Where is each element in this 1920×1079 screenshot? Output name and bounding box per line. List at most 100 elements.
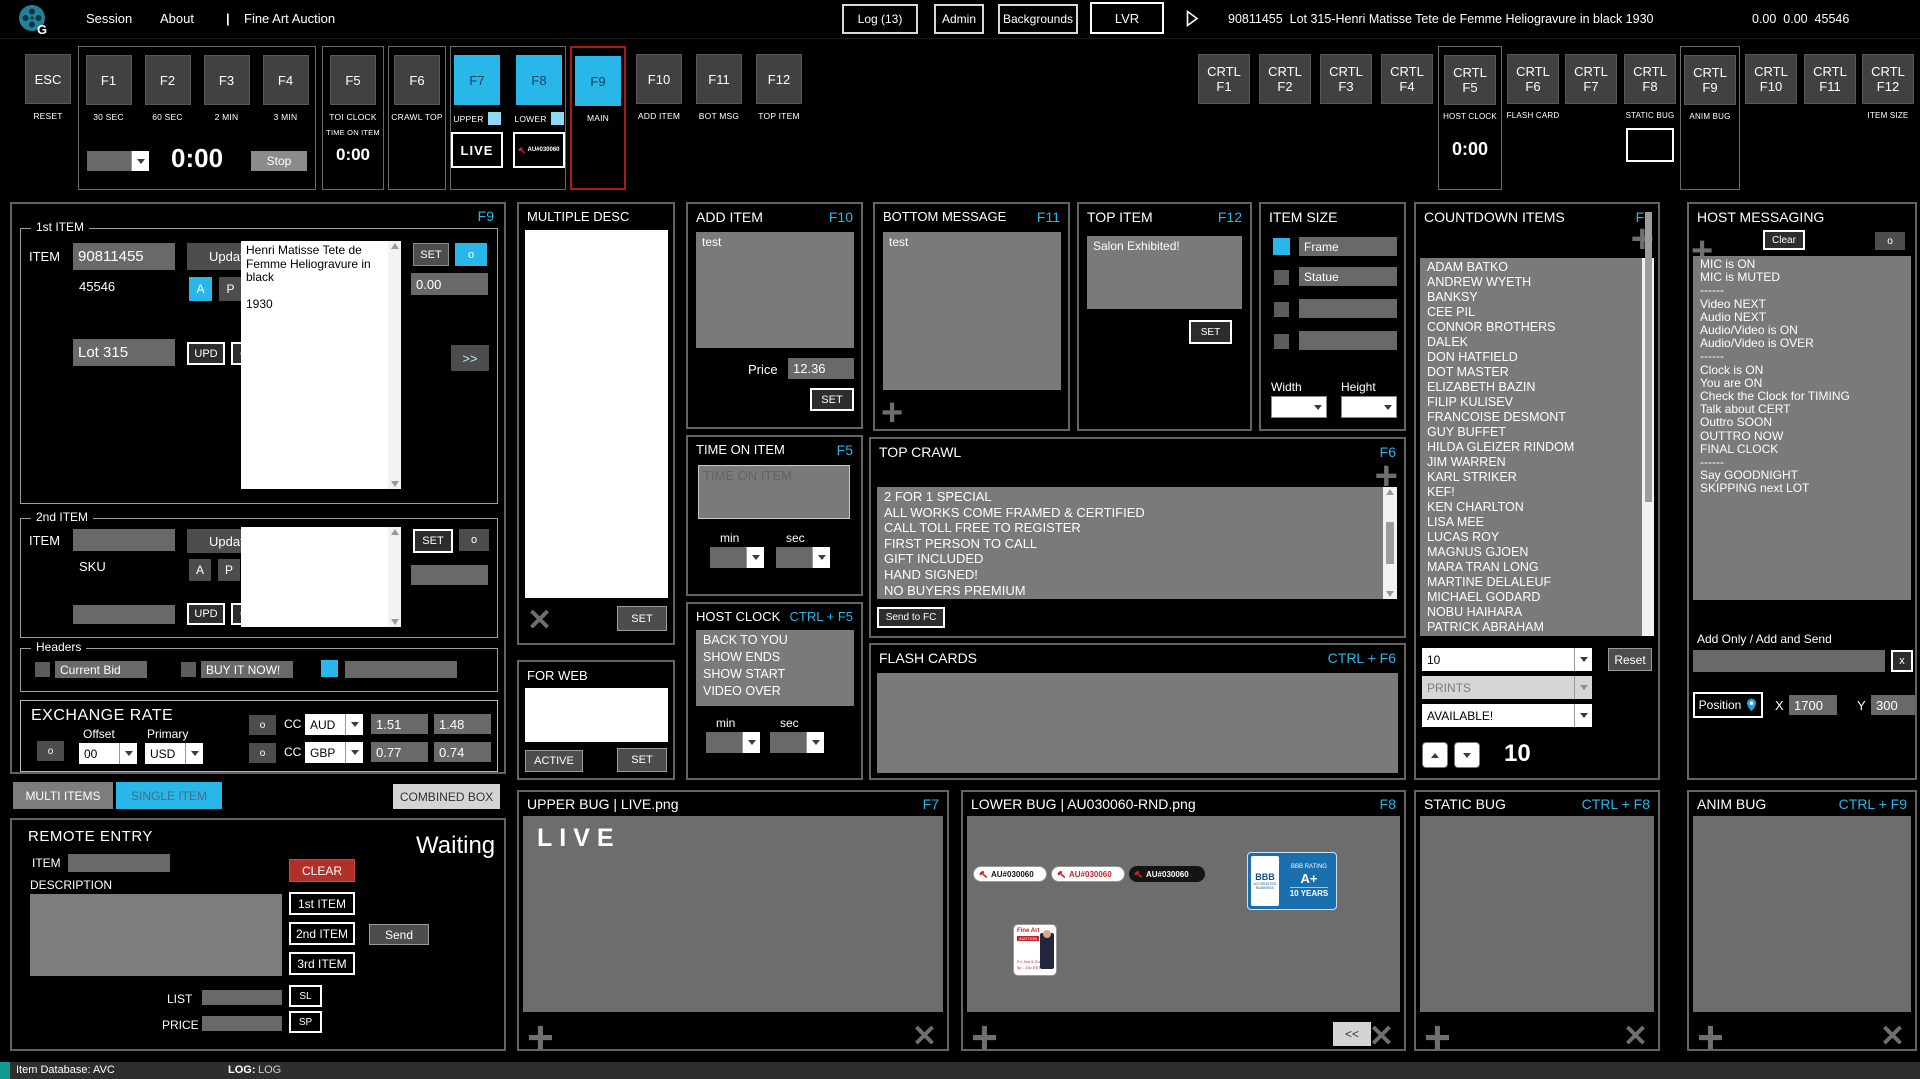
list-item[interactable]: PATRICK ABRAHAM	[1420, 620, 1642, 635]
countdown-up-button[interactable]	[1422, 742, 1448, 768]
tab-combined-box[interactable]: COMBINED BOX	[393, 784, 500, 809]
flash-cards-box[interactable]	[877, 673, 1398, 773]
countdown-prints-select[interactable]: PRINTS	[1422, 676, 1592, 699]
list-item[interactable]: LUCAS ROY	[1420, 530, 1642, 545]
item1-set-button[interactable]: SET	[413, 243, 449, 266]
item1-o-button[interactable]: o	[455, 243, 487, 266]
list-item[interactable]: BACK TO YOU	[696, 632, 854, 649]
top-crawl-add-icon[interactable]: +	[1375, 463, 1398, 489]
log-button[interactable]: Log (13)	[842, 4, 918, 34]
host-messaging-clear-button[interactable]: Clear	[1763, 230, 1805, 250]
list-item[interactable]: LISA MEE	[1420, 515, 1642, 530]
item2-description-scrollbar[interactable]	[388, 527, 401, 627]
item2-upd-button[interactable]: UPD	[187, 603, 225, 625]
item-size-row4-input[interactable]	[1299, 331, 1397, 350]
play-icon[interactable]	[1186, 10, 1199, 32]
top-crawl-scrollbar[interactable]	[1383, 487, 1397, 599]
header3-checkbox[interactable]	[321, 660, 338, 677]
host-clock-min-select[interactable]	[706, 732, 760, 753]
remote-list-input[interactable]	[202, 990, 282, 1005]
list-item[interactable]: ADAM BATKO	[1420, 260, 1642, 275]
anim-bug-preview[interactable]	[1693, 816, 1911, 1012]
ctrl-f9-key-button[interactable]: CRTLF9	[1684, 55, 1736, 105]
remote-2nd-item-button[interactable]: 2nd ITEM	[289, 922, 355, 945]
item-size-row2-checkbox[interactable]	[1274, 270, 1289, 285]
list-item[interactable]: FILIP KULISEV	[1420, 395, 1642, 410]
anim-bug-add-icon[interactable]: +	[1697, 1024, 1724, 1050]
list-item[interactable]: SKIPPING next LOT	[1693, 482, 1911, 495]
multiple-desc-remove-icon[interactable]: ✕	[527, 608, 552, 634]
item-size-row2-input[interactable]: Statue	[1299, 267, 1397, 286]
item1-lot-input[interactable]: Lot 315	[73, 339, 175, 366]
cc2-o-button[interactable]: o	[249, 743, 276, 763]
item1-description-box[interactable]: Henri Matisse Tete de Femme Heliogravure…	[241, 241, 401, 489]
list-item[interactable]: ELIZABETH BAZIN	[1420, 380, 1642, 395]
ctrl-f10-key-button[interactable]: CRTLF10	[1745, 54, 1797, 104]
f12-key-button[interactable]: F12	[756, 54, 802, 104]
f1-key-button[interactable]: F1	[86, 55, 132, 105]
header2-checkbox[interactable]	[181, 662, 196, 677]
ctrl-f1-key-button[interactable]: CRTLF1	[1198, 54, 1250, 104]
header2-input[interactable]: BUY IT NOW!	[201, 661, 293, 678]
list-item[interactable]: FRANCOISE DESMONT	[1420, 410, 1642, 425]
list-item[interactable]: VIDEO OVER	[696, 683, 854, 700]
add-item-text-box[interactable]: test	[696, 232, 854, 348]
countdown-down-button[interactable]	[1454, 742, 1480, 768]
time-on-item-box[interactable]: TIME ON ITEM	[698, 465, 850, 519]
list-item[interactable]: JIM WARREN	[1420, 455, 1642, 470]
item2-a-button[interactable]: A	[189, 559, 211, 581]
toi-min-select[interactable]	[710, 547, 764, 568]
position-y-input[interactable]: 300	[1871, 695, 1915, 715]
static-bug-remove-icon[interactable]: ✕	[1623, 1024, 1648, 1050]
remote-price-input[interactable]	[202, 1016, 282, 1031]
item-size-height-select[interactable]	[1341, 396, 1397, 418]
host-clock-sec-select[interactable]	[770, 732, 824, 753]
item2-description-box[interactable]	[241, 527, 401, 627]
item-size-row1-input[interactable]: Frame	[1299, 237, 1397, 256]
host-messaging-x-button[interactable]: x	[1891, 650, 1913, 672]
lower-bug-add-icon[interactable]: +	[971, 1024, 998, 1050]
item1-a-button[interactable]: A	[189, 277, 212, 301]
list-item[interactable]: Outtro SOON	[1693, 416, 1911, 429]
offset-select[interactable]: 00	[79, 743, 137, 764]
countdown-available-select[interactable]: AVAILABLE!	[1422, 704, 1592, 727]
list-item[interactable]: ALL WORKS COME FRAMED & CERTIFIED	[877, 505, 1383, 521]
ctrl-f12-key-button[interactable]: CRTLF12	[1862, 54, 1914, 104]
upper-bug-checkbox[interactable]	[488, 112, 501, 125]
primary-select[interactable]: USD	[145, 743, 203, 764]
list-item[interactable]: KEN CHARLTON	[1420, 500, 1642, 515]
position-button[interactable]: Position	[1693, 692, 1763, 718]
f9-key-button[interactable]: F9	[575, 56, 621, 106]
live-bug-thumbnail[interactable]: LIVE	[451, 132, 503, 168]
add-item-set-button[interactable]: SET	[810, 388, 854, 411]
cc2-currency-select[interactable]: GBP	[305, 742, 363, 763]
list-item[interactable]: DON HATFIELD	[1420, 350, 1642, 365]
list-item[interactable]: FINAL CLOCK	[1693, 443, 1911, 456]
header3-input[interactable]	[345, 661, 457, 678]
list-item[interactable]: NOBU HAIHARA	[1420, 605, 1642, 620]
menu-about[interactable]: About	[160, 11, 194, 26]
tab-single-item[interactable]: SINGLE ITEM	[116, 782, 222, 809]
list-item[interactable]: KEF!	[1420, 485, 1642, 500]
cc1-rate1-input[interactable]: 1.51	[371, 714, 428, 734]
ctrl-f7-key-button[interactable]: CRTLF7	[1565, 54, 1617, 104]
cc1-o-button[interactable]: o	[249, 715, 276, 735]
f6-key-button[interactable]: F6	[394, 55, 440, 105]
item1-price-input[interactable]: 0.00	[411, 273, 488, 295]
f7-key-button[interactable]: F7	[454, 55, 500, 105]
for-web-box[interactable]	[525, 688, 668, 742]
static-bug-preview[interactable]	[1420, 816, 1654, 1012]
ctrl-f4-key-button[interactable]: CRTLF4	[1381, 54, 1433, 104]
list-item[interactable]: ANDREW WYETH	[1420, 275, 1642, 290]
f2-key-button[interactable]: F2	[145, 55, 191, 105]
list-item[interactable]: Audio/Video is OVER	[1693, 337, 1911, 350]
list-item[interactable]: NO BUYERS PREMIUM	[877, 583, 1383, 599]
ctrl-f8-key-button[interactable]: CRTLF8	[1624, 54, 1676, 104]
host-messaging-o-button[interactable]: o	[1875, 232, 1905, 250]
list-item[interactable]: ------	[1693, 350, 1911, 363]
remote-sp-button[interactable]: SP	[289, 1011, 322, 1033]
f4-key-button[interactable]: F4	[263, 55, 309, 105]
multiple-desc-set-button[interactable]: SET	[617, 606, 667, 631]
f5-key-button[interactable]: F5	[330, 55, 376, 105]
item1-p-button[interactable]: P	[219, 277, 242, 301]
